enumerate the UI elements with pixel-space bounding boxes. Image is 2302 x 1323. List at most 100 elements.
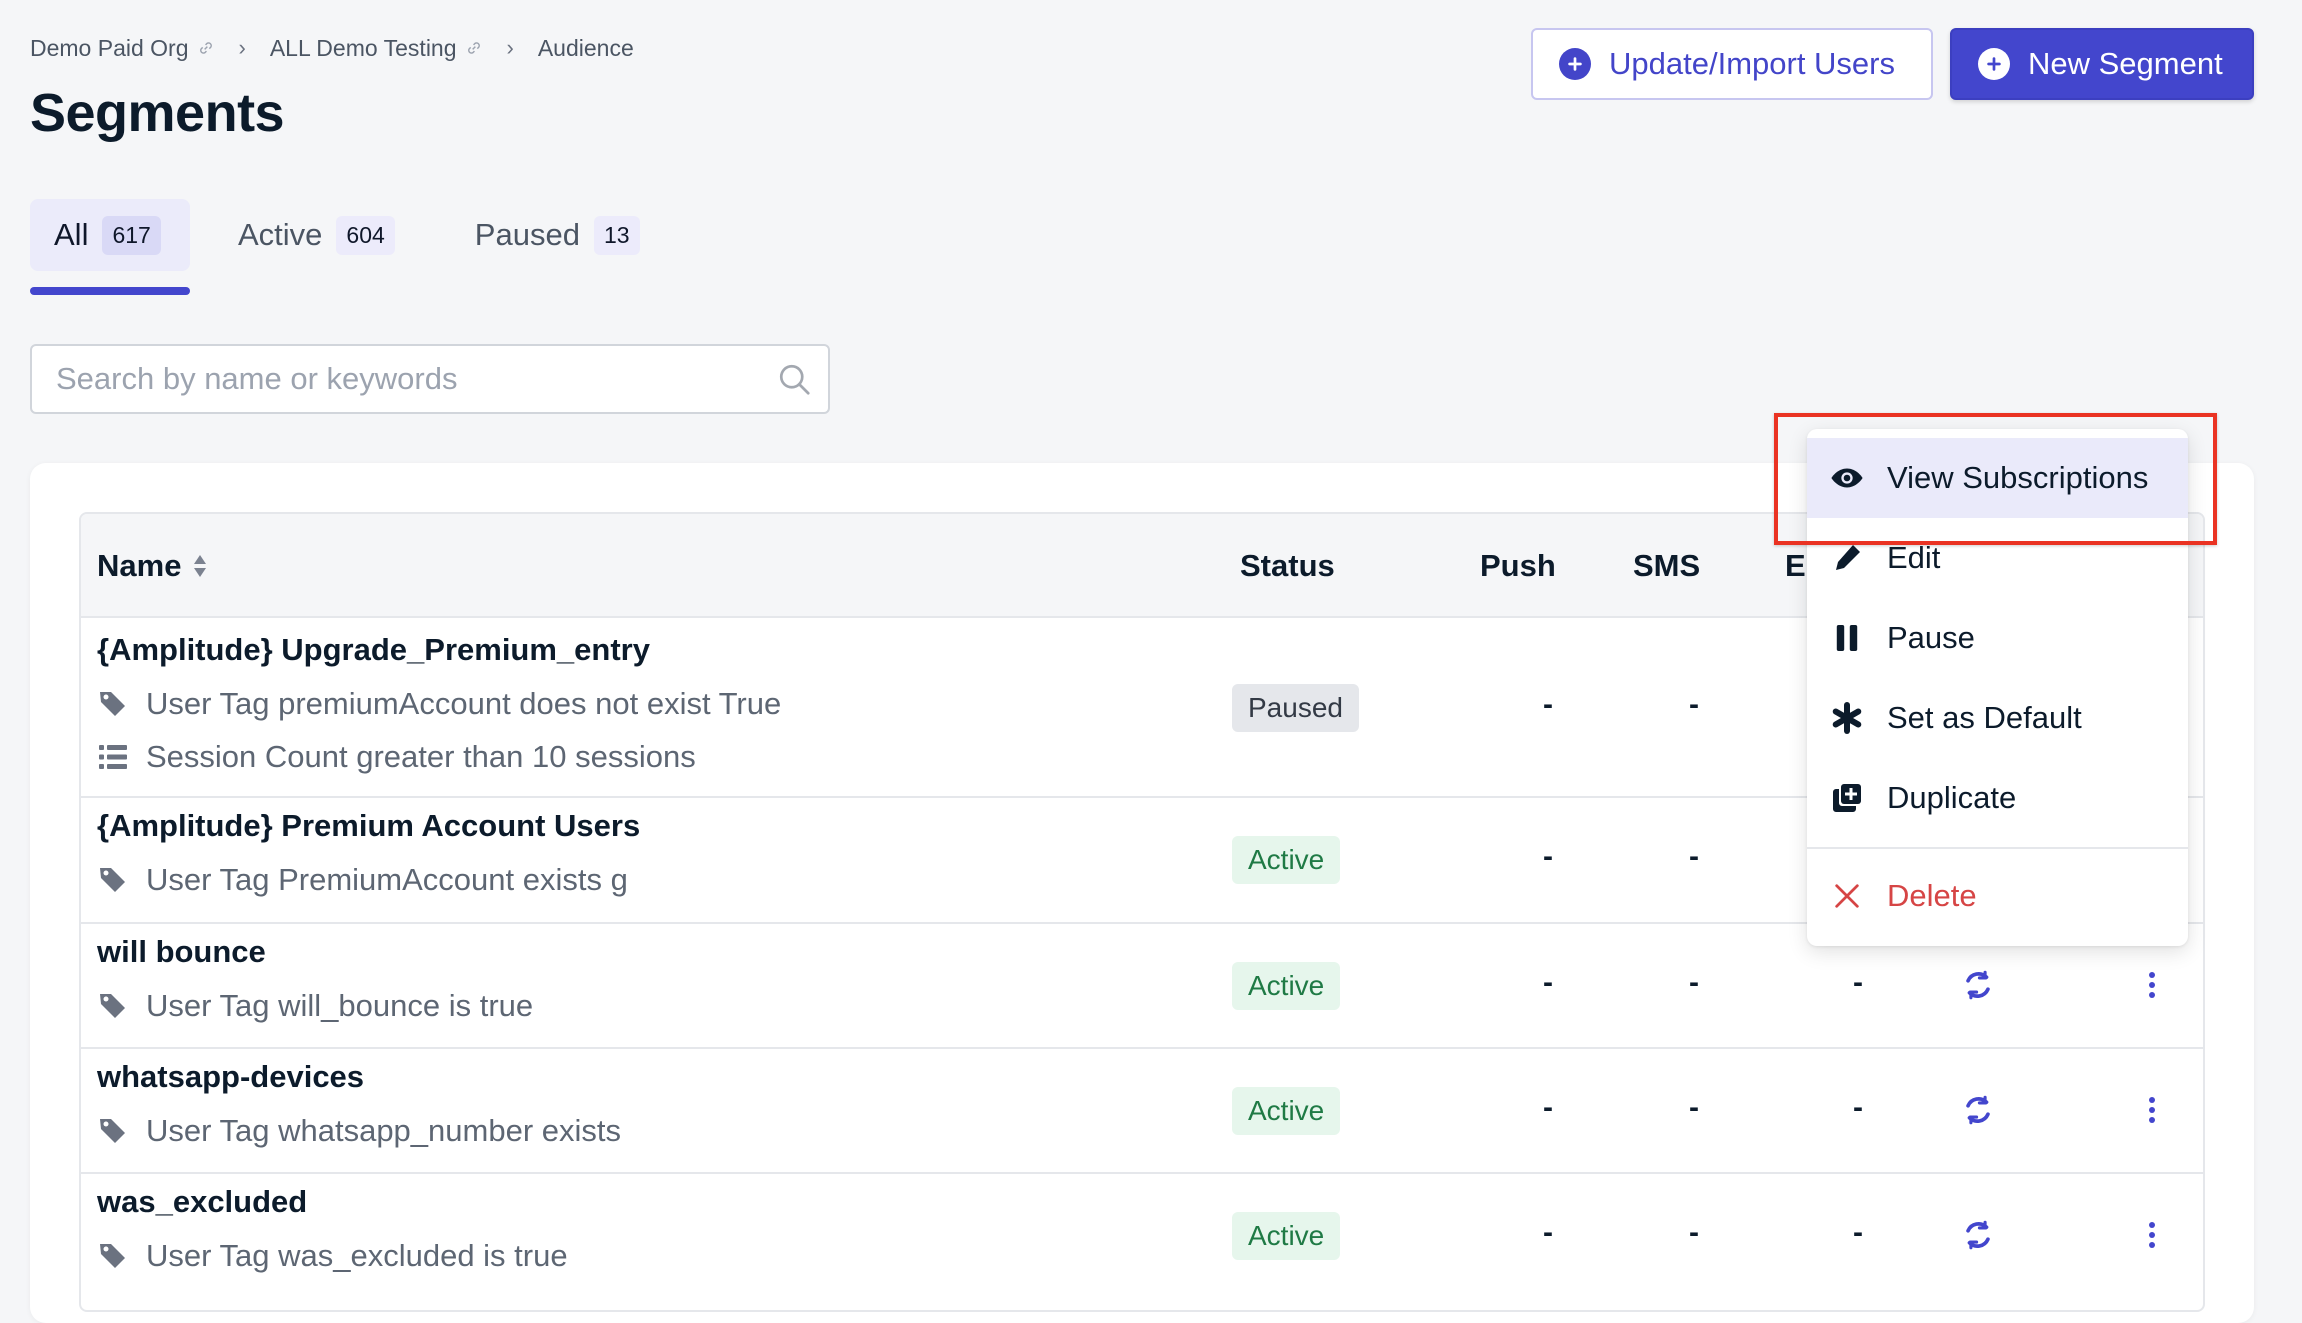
row-actions-menu: View Subscriptions Edit Pause Set as Def… — [1807, 429, 2188, 946]
tag-icon — [97, 1115, 129, 1147]
duplicate-icon — [1829, 780, 1865, 816]
pencil-icon — [1829, 540, 1865, 576]
breadcrumb-item-org[interactable]: Demo Paid Org — [30, 35, 215, 62]
more-options-icon[interactable] — [2142, 968, 2162, 1002]
update-import-users-button[interactable]: Update/Import Users — [1531, 28, 1933, 100]
table-row[interactable]: whatsapp-devices User Tag whatsapp_numbe… — [81, 1049, 2203, 1174]
menu-item-label: Set as Default — [1887, 700, 2082, 735]
link-icon — [465, 39, 483, 57]
menu-item-edit[interactable]: Edit — [1807, 518, 2188, 598]
sync-icon[interactable] — [1961, 968, 1995, 1002]
push-value: - — [1543, 1091, 1553, 1124]
sync-icon[interactable] — [1961, 1093, 1995, 1127]
tab-active[interactable]: Active 604 — [214, 199, 419, 271]
segment-name[interactable]: {Amplitude} Premium Account Users — [97, 808, 640, 844]
new-segment-button[interactable]: New Segment — [1950, 28, 2254, 100]
tab-count-badge: 13 — [593, 215, 640, 255]
push-value: - — [1543, 1216, 1553, 1249]
tab-all[interactable]: All 617 — [30, 199, 190, 271]
menu-item-label: Delete — [1887, 878, 1977, 913]
rule-text: User Tag whatsapp_number exists — [146, 1113, 622, 1148]
search-box — [30, 344, 830, 414]
column-header-sms: SMS — [1633, 548, 1701, 583]
rule-text: User Tag premiumAccount does not exist T… — [146, 686, 782, 721]
tab-paused[interactable]: Paused 13 — [451, 199, 664, 271]
menu-item-label: Edit — [1887, 540, 1941, 575]
menu-item-delete[interactable]: Delete — [1807, 856, 2188, 936]
sync-icon[interactable] — [1961, 1218, 1995, 1252]
rule-text: User Tag was_excluded is true — [146, 1238, 568, 1273]
segment-name[interactable]: {Amplitude} Upgrade_Premium_entry — [97, 632, 650, 668]
push-value: - — [1543, 840, 1553, 873]
tag-icon — [97, 688, 129, 720]
update-import-users-label: Update/Import Users — [1609, 46, 1895, 81]
status-badge: Active — [1232, 1212, 1341, 1260]
rule-text: User Tag PremiumAccount exists g — [146, 862, 628, 897]
breadcrumb-label: Audience — [537, 34, 634, 61]
segment-name[interactable]: whatsapp-devices — [97, 1059, 364, 1095]
segment-tabs: All 617 Active 604 Paused 13 — [30, 199, 664, 271]
column-header-push: Push — [1480, 548, 1556, 583]
menu-item-label: Duplicate — [1887, 780, 2017, 815]
table-row[interactable]: was_excluded User Tag was_excluded is tr… — [81, 1174, 2203, 1310]
menu-item-view-subscriptions[interactable]: View Subscriptions — [1807, 438, 2188, 518]
breadcrumb-item-project[interactable]: ALL Demo Testing — [270, 35, 483, 62]
breadcrumb-label[interactable]: Demo Paid Org — [30, 35, 189, 62]
asterisk-icon — [1829, 700, 1865, 736]
chevron-right-icon: › — [238, 35, 246, 60]
active-tab-indicator — [30, 287, 190, 295]
tab-count-badge: 604 — [336, 215, 395, 255]
email-value: - — [1853, 1216, 1863, 1249]
segment-name[interactable]: was_excluded — [97, 1184, 307, 1220]
menu-item-pause[interactable]: Pause — [1807, 598, 2188, 678]
menu-divider — [1807, 847, 2188, 849]
more-options-icon[interactable] — [2142, 1093, 2162, 1127]
plus-circle-icon — [1978, 48, 2010, 80]
link-icon — [197, 39, 215, 57]
push-value: - — [1543, 966, 1553, 999]
eye-icon — [1829, 460, 1865, 496]
chevron-right-icon: › — [506, 35, 514, 60]
more-options-icon[interactable] — [2142, 1218, 2162, 1252]
search-icon[interactable] — [776, 361, 812, 397]
tag-icon — [97, 1240, 129, 1272]
tab-label: Active — [238, 217, 323, 252]
list-icon — [97, 741, 129, 773]
status-badge: Active — [1232, 1087, 1341, 1135]
segment-rule: User Tag will_bounce is true — [97, 988, 533, 1024]
close-icon — [1829, 878, 1865, 914]
segment-rule: User Tag whatsapp_number exists — [97, 1113, 621, 1149]
rule-text: Session Count greater than 10 sessions — [146, 739, 696, 774]
tab-label: Paused — [474, 217, 580, 252]
breadcrumb-item-current: Audience — [538, 35, 634, 62]
status-badge: Active — [1232, 962, 1341, 1010]
sms-value: - — [1689, 1216, 1699, 1249]
segment-name[interactable]: will bounce — [97, 934, 266, 970]
tab-count-badge: 617 — [102, 215, 161, 255]
pause-icon — [1829, 620, 1865, 656]
status-badge: Paused — [1232, 684, 1359, 732]
email-value: - — [1853, 966, 1863, 999]
column-label: Name — [97, 548, 182, 583]
segment-rule: User Tag premiumAccount does not exist T… — [97, 686, 781, 722]
sort-icon[interactable] — [193, 549, 207, 583]
menu-item-label: View Subscriptions — [1887, 460, 2149, 495]
new-segment-label: New Segment — [2028, 46, 2223, 81]
menu-item-label: Pause — [1887, 620, 1975, 655]
sms-value: - — [1689, 966, 1699, 999]
column-header-name[interactable]: Name — [97, 514, 207, 618]
breadcrumb: Demo Paid Org › ALL Demo Testing › Audie… — [30, 30, 634, 66]
menu-item-duplicate[interactable]: Duplicate — [1807, 758, 2188, 838]
push-value: - — [1543, 688, 1553, 721]
segment-rule: User Tag PremiumAccount exists g — [97, 862, 628, 898]
status-badge: Active — [1232, 836, 1341, 884]
tab-label: All — [54, 217, 89, 252]
page-title: Segments — [30, 83, 285, 143]
menu-item-set-as-default[interactable]: Set as Default — [1807, 678, 2188, 758]
search-input[interactable] — [32, 346, 776, 412]
tag-icon — [97, 864, 129, 896]
tag-icon — [97, 990, 129, 1022]
breadcrumb-label[interactable]: ALL Demo Testing — [270, 35, 457, 62]
email-value: - — [1853, 1091, 1863, 1124]
sms-value: - — [1689, 1091, 1699, 1124]
